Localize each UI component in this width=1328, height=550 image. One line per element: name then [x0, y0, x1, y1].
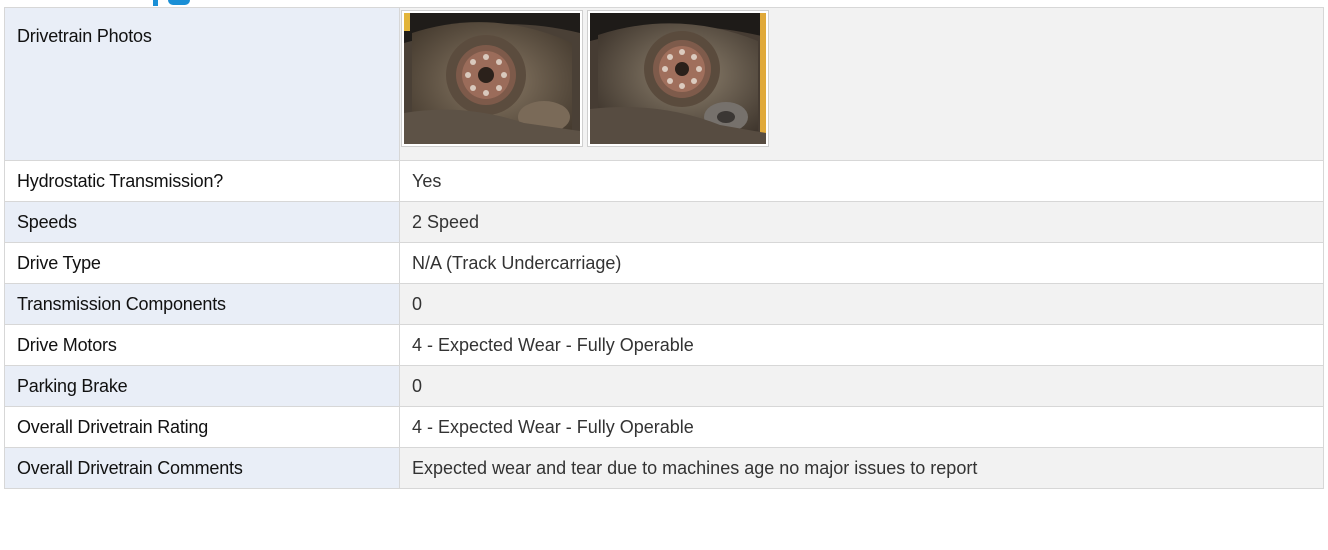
- row-label: Hydrostatic Transmission?: [4, 160, 400, 202]
- drive-sprocket-photo-icon: [590, 13, 766, 144]
- table-row: Drivetrain Photos: [4, 7, 1324, 161]
- section-heading-fragment: [8, 0, 1324, 7]
- table-row: Drive Motors 4 - Expected Wear - Fully O…: [4, 324, 1324, 366]
- row-label: Speeds: [4, 201, 400, 243]
- row-value: 4 - Expected Wear - Fully Operable: [399, 406, 1324, 448]
- table-row: Drive Type N/A (Track Undercarriage): [4, 242, 1324, 284]
- table-row: Speeds 2 Speed: [4, 201, 1324, 243]
- row-value: 2 Speed: [399, 201, 1324, 243]
- drivetrain-spec-table: Drivetrain Photos Hydrostatic Transmissi…: [4, 7, 1324, 489]
- drivetrain-photo-thumbnail[interactable]: [401, 10, 583, 147]
- row-value: Expected wear and tear due to machines a…: [399, 447, 1324, 489]
- row-label: Parking Brake: [4, 365, 400, 407]
- row-label: Overall Drivetrain Rating: [4, 406, 400, 448]
- table-row: Hydrostatic Transmission? Yes: [4, 160, 1324, 202]
- row-label: Overall Drivetrain Comments: [4, 447, 400, 489]
- drive-sprocket-photo-icon: [404, 13, 580, 144]
- heading-glyph-fragment: [153, 0, 158, 6]
- row-label: Drive Motors: [4, 324, 400, 366]
- table-row: Transmission Components 0: [4, 283, 1324, 325]
- row-label: Drivetrain Photos: [4, 7, 400, 161]
- row-value: 0: [399, 365, 1324, 407]
- row-value: N/A (Track Undercarriage): [399, 242, 1324, 284]
- table-row: Overall Drivetrain Rating 4 - Expected W…: [4, 406, 1324, 448]
- heading-glyph-fragment: [168, 0, 190, 5]
- row-value: 0: [399, 283, 1324, 325]
- row-label: Drive Type: [4, 242, 400, 284]
- table-row: Parking Brake 0: [4, 365, 1324, 407]
- row-value: Yes: [399, 160, 1324, 202]
- drivetrain-photo-thumbnail[interactable]: [587, 10, 769, 147]
- table-row: Overall Drivetrain Comments Expected wea…: [4, 447, 1324, 489]
- photo-gallery: [399, 7, 1324, 161]
- row-label: Transmission Components: [4, 283, 400, 325]
- row-value: 4 - Expected Wear - Fully Operable: [399, 324, 1324, 366]
